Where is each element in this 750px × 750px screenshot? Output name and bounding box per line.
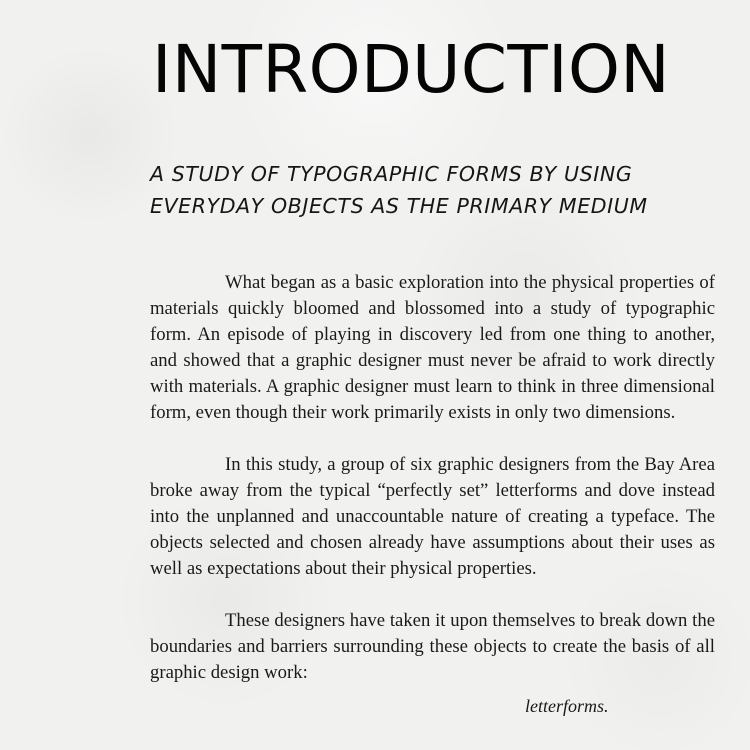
paragraph-designers: These designers have taken it upon thems…	[150, 610, 715, 683]
body-text: What began as a basic exploration into t…	[150, 270, 715, 712]
paragraph-study: In this study, a group of six graphic de…	[150, 454, 715, 579]
page-title: INTRODUCTION	[152, 31, 671, 108]
closing-word: letterforms.	[525, 696, 609, 716]
paragraph-intro: What began as a basic exploration into t…	[150, 272, 715, 423]
page: { "title": "INTRODUCTION", "subtitle": "…	[0, 0, 750, 750]
page-subtitle: A STUDY OF TYPOGRAPHIC FORMS BY USING EV…	[150, 162, 648, 218]
